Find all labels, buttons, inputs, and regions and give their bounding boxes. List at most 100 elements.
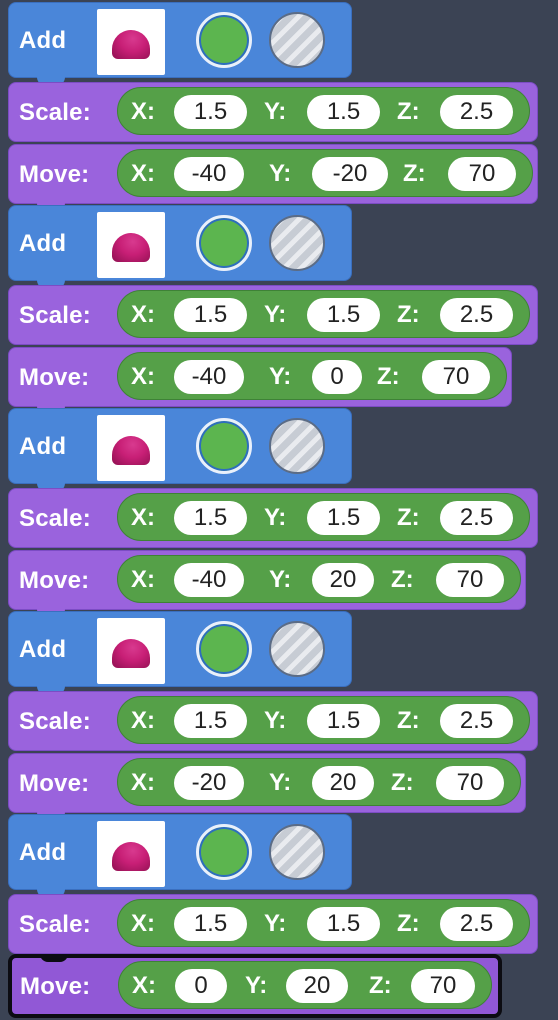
z-value-input[interactable]: 2.5 (440, 95, 513, 129)
x-value-input[interactable]: 1.5 (174, 501, 247, 535)
move-label: Move: (19, 770, 90, 797)
x-axis-label: X: (131, 160, 155, 187)
shape-thumbnail[interactable] (97, 9, 165, 75)
move-label: Move: (19, 364, 90, 391)
add-block-label: Add (19, 230, 67, 257)
add-block-label: Add (19, 839, 67, 866)
y-value-input[interactable]: 1.5 (307, 501, 380, 535)
z-value-input[interactable]: 70 (411, 969, 475, 1003)
scale-values-pill: X: 1.5 Y: 1.5 Z: 2.5 (117, 87, 530, 135)
x-axis-label: X: (131, 363, 155, 390)
y-value-input[interactable]: 1.5 (307, 704, 380, 738)
scale-block[interactable]: Scale: X: 1.5 Y: 1.5 Z: 2.5 (8, 894, 538, 954)
no-color-icon[interactable] (269, 215, 325, 271)
add-shape-block[interactable]: Add (8, 2, 352, 86)
x-axis-label: X: (131, 910, 155, 937)
no-color-icon[interactable] (269, 824, 325, 880)
y-axis-label: Y: (269, 363, 292, 390)
scale-block[interactable]: Scale: X: 1.5 Y: 1.5 Z: 2.5 (8, 285, 538, 345)
z-value-input[interactable]: 2.5 (440, 907, 513, 941)
y-axis-label: Y: (264, 301, 287, 328)
add-shape-block[interactable]: Add (8, 408, 352, 492)
move-block[interactable]: Move: X: -40 Y: 0 Z: 70 (8, 347, 512, 415)
x-axis-label: X: (131, 566, 155, 593)
dome-shape-icon (112, 233, 150, 262)
scale-values-pill: X: 1.5 Y: 1.5 Z: 2.5 (117, 290, 530, 338)
move-block-selected[interactable]: Move: X: 0 Y: 20 Z: 70 (8, 954, 502, 1018)
shape-thumbnail[interactable] (97, 618, 165, 684)
z-axis-label: Z: (403, 160, 426, 187)
x-value-input[interactable]: 1.5 (174, 907, 247, 941)
green-color-swatch[interactable] (196, 621, 252, 677)
z-value-input[interactable]: 70 (422, 360, 490, 394)
z-axis-label: Z: (369, 972, 392, 999)
dome-shape-icon (112, 842, 150, 871)
z-axis-label: Z: (391, 769, 414, 796)
y-value-input[interactable]: 1.5 (307, 907, 380, 941)
add-shape-block[interactable]: Add (8, 611, 352, 695)
y-value-input[interactable]: 1.5 (307, 298, 380, 332)
y-value-input[interactable]: 20 (286, 969, 348, 1003)
shape-thumbnail[interactable] (97, 212, 165, 278)
scale-values-pill: X: 1.5 Y: 1.5 Z: 2.5 (117, 899, 530, 947)
move-values-pill: X: -40 Y: 0 Z: 70 (117, 352, 507, 400)
green-color-swatch[interactable] (196, 12, 252, 68)
x-axis-label: X: (131, 98, 155, 125)
y-axis-label: Y: (245, 972, 268, 999)
x-value-input[interactable]: 1.5 (174, 95, 247, 129)
no-color-icon[interactable] (269, 418, 325, 474)
add-shape-block[interactable]: Add (8, 205, 352, 289)
z-value-input[interactable]: 70 (436, 766, 504, 800)
y-axis-label: Y: (264, 504, 287, 531)
move-values-pill: X: -20 Y: 20 Z: 70 (117, 758, 521, 806)
x-axis-label: X: (131, 707, 155, 734)
shape-thumbnail[interactable] (97, 415, 165, 481)
green-color-swatch[interactable] (196, 215, 252, 271)
x-value-input[interactable]: -40 (174, 360, 244, 394)
z-axis-label: Z: (397, 98, 420, 125)
y-value-input[interactable]: 0 (312, 360, 362, 394)
x-value-input[interactable]: -20 (174, 766, 244, 800)
no-color-icon[interactable] (269, 12, 325, 68)
green-color-swatch[interactable] (196, 824, 252, 880)
x-value-input[interactable]: -40 (174, 157, 244, 191)
move-label: Move: (19, 567, 90, 594)
scale-label: Scale: (19, 708, 91, 735)
z-axis-label: Z: (377, 363, 400, 390)
y-value-input[interactable]: 1.5 (307, 95, 380, 129)
move-block[interactable]: Move: X: -40 Y: 20 Z: 70 (8, 550, 526, 618)
z-value-input[interactable]: 70 (448, 157, 516, 191)
dome-shape-icon (112, 639, 150, 668)
z-axis-label: Z: (391, 566, 414, 593)
scale-block[interactable]: Scale: X: 1.5 Y: 1.5 Z: 2.5 (8, 82, 538, 142)
scale-values-pill: X: 1.5 Y: 1.5 Z: 2.5 (117, 493, 530, 541)
y-axis-label: Y: (264, 98, 287, 125)
move-block[interactable]: Move: X: -40 Y: -20 Z: 70 (8, 144, 538, 212)
shape-thumbnail[interactable] (97, 821, 165, 887)
z-value-input[interactable]: 2.5 (440, 704, 513, 738)
no-color-icon[interactable] (269, 621, 325, 677)
add-block-label: Add (19, 433, 67, 460)
scale-block[interactable]: Scale: X: 1.5 Y: 1.5 Z: 2.5 (8, 488, 538, 548)
block-connector (40, 954, 68, 962)
add-shape-block[interactable]: Add (8, 814, 352, 898)
y-value-input[interactable]: -20 (312, 157, 388, 191)
move-values-pill: X: 0 Y: 20 Z: 70 (118, 961, 492, 1009)
x-axis-label: X: (131, 769, 155, 796)
y-axis-label: Y: (264, 910, 287, 937)
x-value-input[interactable]: 1.5 (174, 704, 247, 738)
z-value-input[interactable]: 2.5 (440, 501, 513, 535)
scale-block[interactable]: Scale: X: 1.5 Y: 1.5 Z: 2.5 (8, 691, 538, 751)
green-color-swatch[interactable] (196, 418, 252, 474)
x-value-input[interactable]: -40 (174, 563, 244, 597)
x-axis-label: X: (131, 504, 155, 531)
y-axis-label: Y: (269, 566, 292, 593)
z-value-input[interactable]: 2.5 (440, 298, 513, 332)
x-value-input[interactable]: 1.5 (174, 298, 247, 332)
x-value-input[interactable]: 0 (175, 969, 227, 1003)
y-value-input[interactable]: 20 (312, 563, 374, 597)
y-axis-label: Y: (264, 707, 287, 734)
z-value-input[interactable]: 70 (436, 563, 504, 597)
y-value-input[interactable]: 20 (312, 766, 374, 800)
move-block[interactable]: Move: X: -20 Y: 20 Z: 70 (8, 753, 526, 821)
